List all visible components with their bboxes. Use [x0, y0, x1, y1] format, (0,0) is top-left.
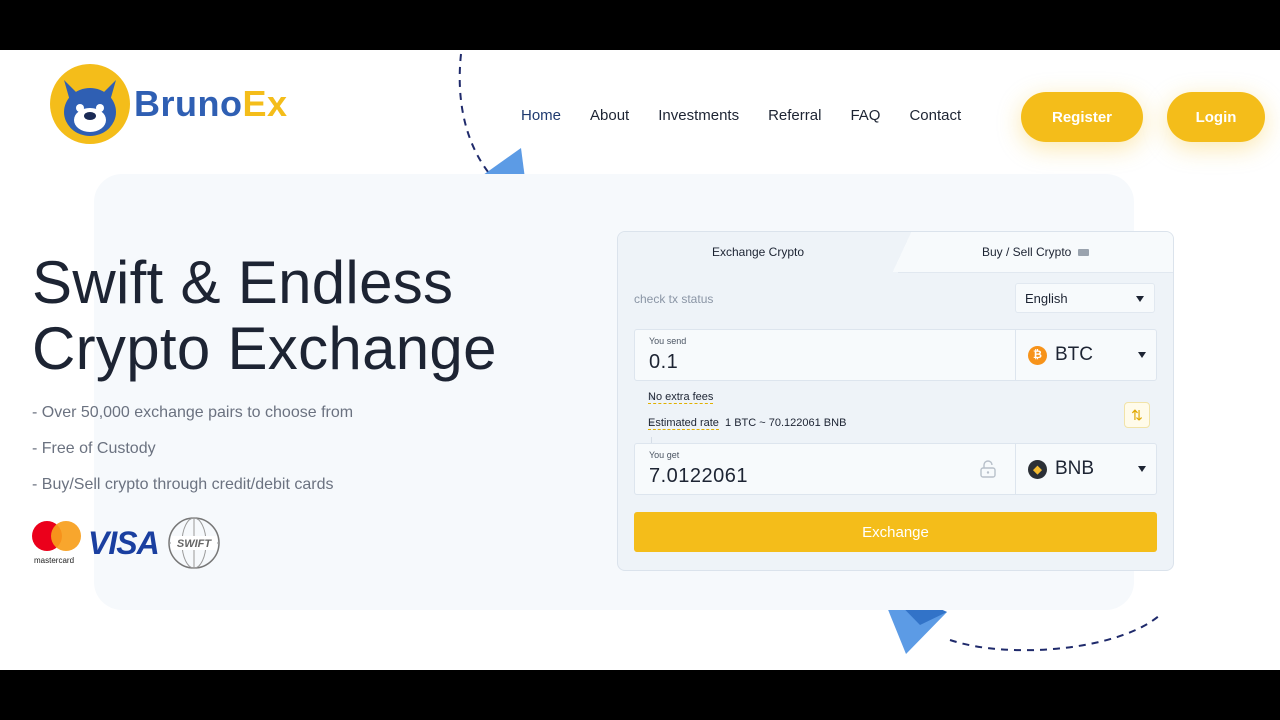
- receive-amount-input[interactable]: [649, 465, 969, 488]
- brand-logo[interactable]: BrunoEx: [50, 64, 288, 144]
- visa-logo: VISA: [88, 524, 160, 561]
- tab-exchange-crypto[interactable]: Exchange Crypto: [618, 232, 898, 272]
- check-tx-status-link[interactable]: check tx status: [634, 292, 713, 306]
- bitcoin-icon: ₿: [1028, 345, 1047, 365]
- login-button[interactable]: Login: [1167, 92, 1265, 142]
- receive-label: You get: [649, 450, 680, 460]
- svg-text:SWIFT: SWIFT: [177, 538, 212, 550]
- language-select[interactable]: English: [1015, 283, 1155, 313]
- card-icon: [1078, 248, 1090, 256]
- nav-faq[interactable]: FAQ: [850, 107, 880, 124]
- swap-icon[interactable]: ⇅: [1124, 402, 1150, 428]
- estimated-rate: Estimated rate 1 BTC ~ 70.122061 BNB: [648, 417, 847, 430]
- swift-logo-icon: SWIFT: [167, 517, 220, 569]
- nav-referral[interactable]: Referral: [768, 107, 821, 124]
- send-currency-select[interactable]: ₿ BTC: [1015, 330, 1158, 380]
- bnb-icon: ◆: [1028, 459, 1047, 479]
- headline-line-2: Crypto Exchange: [32, 315, 497, 382]
- caret-down-icon: [1136, 296, 1144, 302]
- headline-line-1: Swift & Endless: [32, 249, 454, 316]
- nav-investments[interactable]: Investments: [658, 107, 739, 124]
- bulldog-logo-icon: [50, 64, 130, 144]
- feature-item: - Buy/Sell crypto through credit/debit c…: [32, 476, 334, 493]
- caret-down-icon: [1138, 352, 1146, 358]
- exchange-button[interactable]: Exchange: [634, 512, 1157, 552]
- no-extra-fees-text: No extra fees: [648, 391, 714, 404]
- unlock-icon[interactable]: [979, 460, 997, 478]
- receive-currency-select[interactable]: ◆ BNB: [1015, 444, 1158, 494]
- receive-field: You get ◆ BNB: [634, 443, 1157, 495]
- page: BrunoEx Home About Investments Referral …: [0, 50, 1280, 670]
- nav-contact[interactable]: Contact: [909, 107, 961, 124]
- send-label: You send: [649, 336, 687, 346]
- main-nav: Home About Investments Referral FAQ Cont…: [521, 107, 961, 124]
- hero-headline: Swift & Endless Crypto Exchange: [32, 250, 497, 382]
- nav-about[interactable]: About: [590, 107, 629, 124]
- send-field: You send ₿ BTC: [634, 329, 1157, 381]
- feature-item: - Over 50,000 exchange pairs to choose f…: [32, 404, 354, 421]
- payment-methods: mastercard VISA SWIFT: [32, 516, 221, 570]
- mastercard-logo-icon: mastercard: [32, 519, 82, 567]
- tab-buy-sell-crypto[interactable]: Buy / Sell Crypto: [898, 232, 1173, 273]
- brand-name: BrunoEx: [134, 83, 288, 124]
- send-amount-input[interactable]: [649, 351, 969, 374]
- exchange-widget: Buy / Sell Crypto Exchange Crypto check …: [617, 231, 1174, 571]
- caret-down-icon: [1138, 466, 1146, 472]
- feature-list: - Over 50,000 exchange pairs to choose f…: [32, 404, 353, 512]
- register-button[interactable]: Register: [1021, 92, 1143, 142]
- nav-home[interactable]: Home: [521, 107, 561, 124]
- feature-item: - Free of Custody: [32, 440, 156, 457]
